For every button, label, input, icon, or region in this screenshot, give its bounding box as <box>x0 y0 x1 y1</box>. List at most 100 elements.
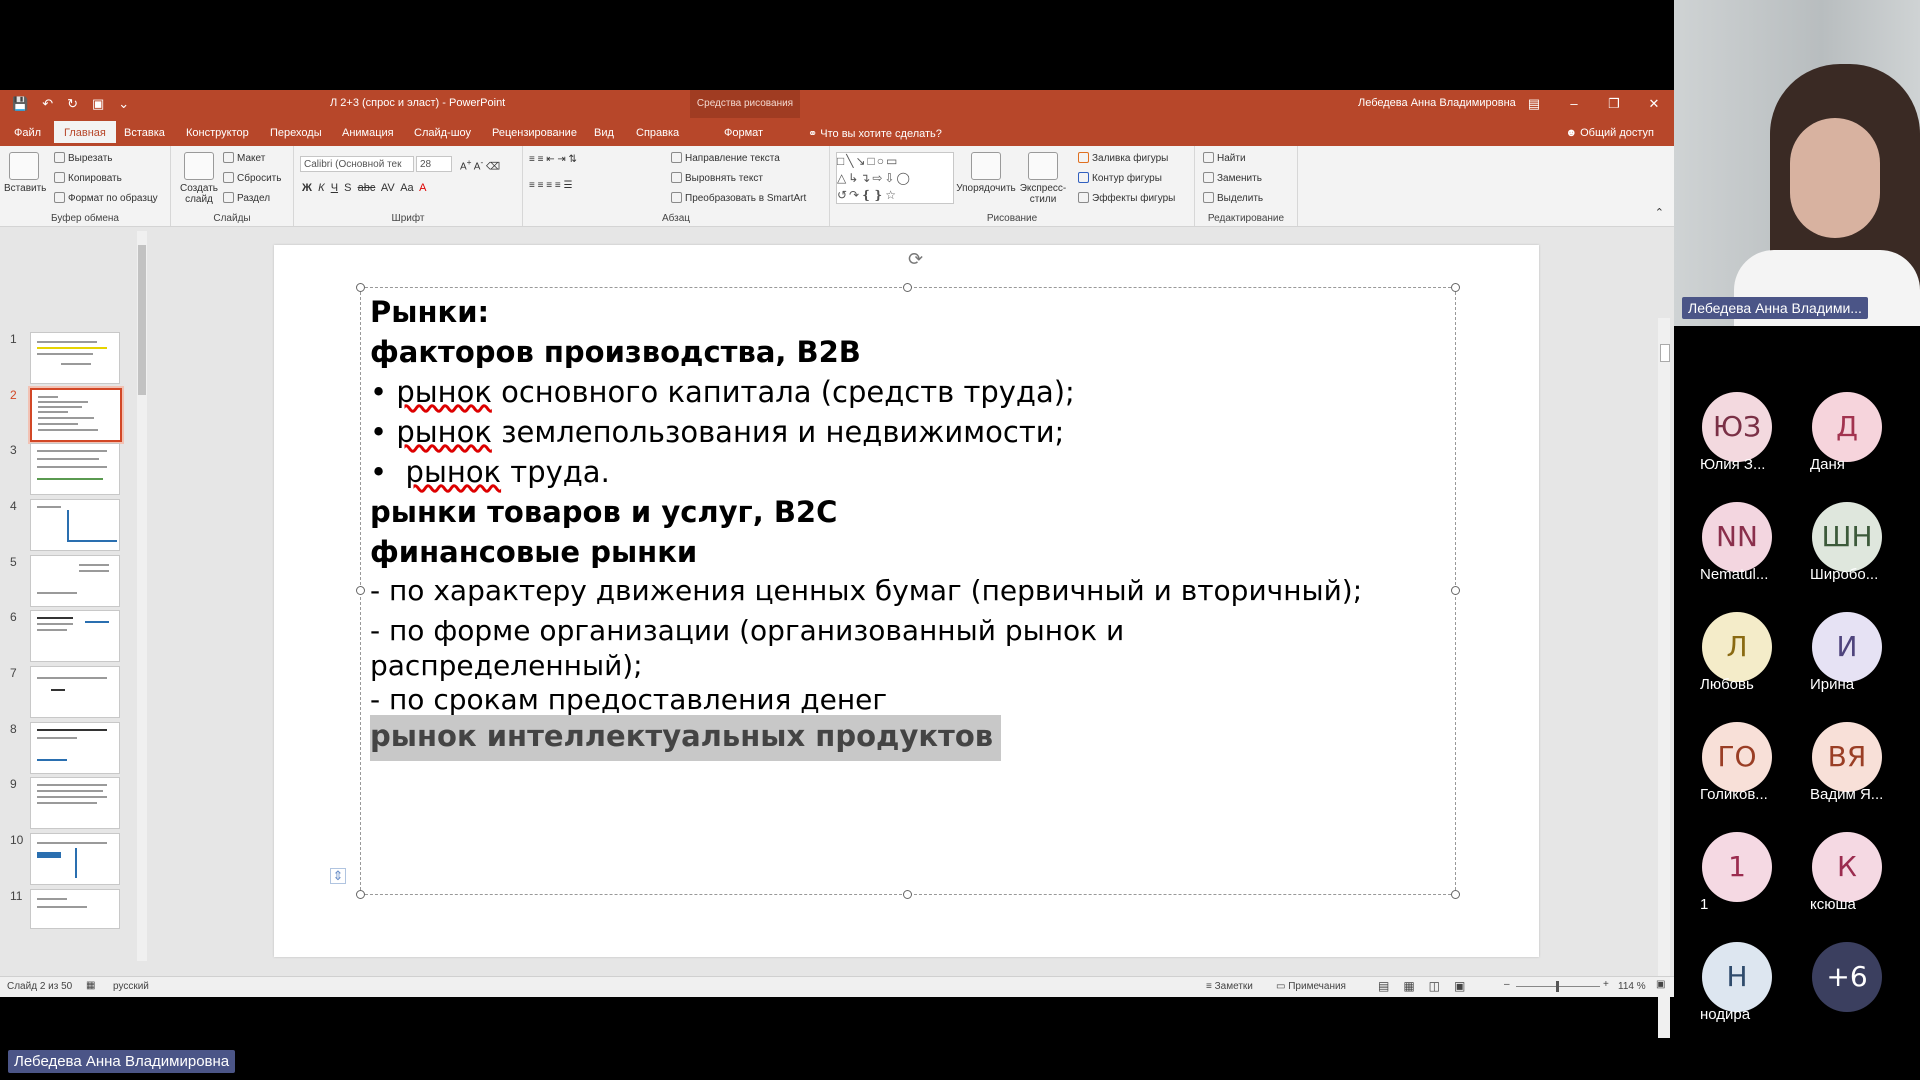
align-buttons[interactable]: ≡ ≡ ≡ ≡ ☰ <box>529 180 572 191</box>
paste-button[interactable]: Вставить <box>4 152 46 194</box>
powerpoint-window: 💾 ↶ ↻ ▣ ⌄ Л 2+3 (спрос и эласт) - PowerP… <box>0 90 1674 1038</box>
group-slides: Создать слайд Макет Сбросить Раздел Слай… <box>171 146 294 226</box>
scrollbar-thumb[interactable] <box>1660 344 1670 362</box>
slide-thumbnail[interactable] <box>30 777 120 829</box>
participant-avatar[interactable]: ГО <box>1702 722 1772 792</box>
zoom-slider-thumb[interactable] <box>1556 981 1559 992</box>
tab-view[interactable]: Вид <box>588 124 620 142</box>
slide-thumbnail[interactable] <box>30 722 120 774</box>
notes-button[interactable]: ≡ Заметки <box>1206 981 1253 992</box>
slide-thumbnail[interactable] <box>30 610 120 662</box>
shape-fill-button[interactable]: Заливка фигуры <box>1078 152 1168 164</box>
scrollbar-thumb[interactable] <box>138 245 146 395</box>
resize-handle[interactable] <box>1451 586 1460 595</box>
resize-handle[interactable] <box>356 890 365 899</box>
tab-file[interactable]: Файл <box>8 124 47 142</box>
slide-thumbnail[interactable] <box>30 889 120 929</box>
save-icon[interactable]: 💾 <box>12 96 28 112</box>
list-buttons[interactable]: ≡ ≡ ⇤ ⇥ ⇅ <box>529 154 577 165</box>
select-button[interactable]: Выделить <box>1203 192 1263 204</box>
participant-avatar[interactable]: +6 <box>1812 942 1882 1012</box>
slide-thumbnail[interactable] <box>30 833 120 885</box>
customize-qat-icon[interactable]: ⌄ <box>118 96 129 112</box>
view-buttons[interactable]: ▤▦◫▣ <box>1378 979 1479 993</box>
participant-avatar[interactable]: 1 <box>1702 832 1772 902</box>
font-style-buttons[interactable]: Ж К Ч S abc AV Aa A <box>302 182 427 194</box>
slide-thumbnail-selected[interactable] <box>30 388 122 442</box>
restore-button[interactable]: ❐ <box>1594 90 1634 118</box>
tab-transitions[interactable]: Переходы <box>264 124 328 142</box>
slide-thumbnail[interactable] <box>30 666 120 718</box>
layout-button[interactable]: Макет <box>223 152 265 164</box>
shapes-gallery[interactable]: □╲↘□○▭ △↳↴⇨⇩◯ ↺↷❴❵☆ <box>836 152 954 204</box>
participant-avatar[interactable]: Л <box>1702 612 1772 682</box>
slide-thumbnail[interactable] <box>30 499 120 551</box>
participant-avatar[interactable]: ШН <box>1812 502 1882 572</box>
resize-handle[interactable] <box>1451 283 1460 292</box>
copy-button[interactable]: Копировать <box>54 172 122 184</box>
participant-avatar[interactable]: NN <box>1702 502 1772 572</box>
resize-handle[interactable] <box>1451 890 1460 899</box>
autofit-options-icon[interactable]: ⇕ <box>330 868 346 884</box>
convert-smartart-button[interactable]: Преобразовать в SmartArt <box>671 192 806 204</box>
collapse-ribbon-icon[interactable]: ⌃ <box>1655 206 1664 219</box>
tab-insert[interactable]: Вставка <box>118 124 171 142</box>
fit-slide-icon[interactable]: ▣ <box>1656 979 1665 990</box>
tab-help[interactable]: Справка <box>630 124 685 142</box>
spellcheck-icon[interactable]: ▦ <box>86 980 95 991</box>
slide-scrollbar[interactable] <box>1658 318 1670 1038</box>
tab-design[interactable]: Конструктор <box>180 124 255 142</box>
format-painter-button[interactable]: Формат по образцу <box>54 192 158 204</box>
cut-button[interactable]: Вырезать <box>54 152 112 164</box>
zoom-level[interactable]: 114 % <box>1618 981 1646 992</box>
account-name[interactable]: Лебедева Анна Владимировна <box>1358 97 1516 109</box>
resize-handle[interactable] <box>903 890 912 899</box>
resize-handle[interactable] <box>903 283 912 292</box>
tab-home[interactable]: Главная <box>54 121 116 143</box>
minimize-button[interactable]: – <box>1554 90 1594 118</box>
share-button[interactable]: ☻ Общий доступ <box>1565 127 1654 139</box>
replace-button[interactable]: Заменить <box>1203 172 1262 184</box>
participant-avatar[interactable]: Д <box>1812 392 1882 462</box>
tab-format[interactable]: Формат <box>718 124 769 142</box>
font-size-select[interactable]: 28 <box>416 156 452 172</box>
text-selection[interactable]: рынок интеллектуальных продуктов <box>370 715 1002 761</box>
rotate-handle-icon[interactable]: ⟳ <box>908 249 923 270</box>
font-name-select[interactable]: Calibri (Основной тек <box>300 156 414 172</box>
font-size-buttons[interactable]: A+ A- ⌫ <box>460 157 500 172</box>
slide-thumbnail[interactable] <box>30 332 120 384</box>
tab-slideshow[interactable]: Слайд-шоу <box>408 124 477 142</box>
close-button[interactable]: ✕ <box>1634 90 1674 118</box>
arrange-button[interactable]: Упорядочить <box>956 152 1016 194</box>
shape-effects-button[interactable]: Эффекты фигуры <box>1078 192 1175 204</box>
shape-outline-button[interactable]: Контур фигуры <box>1078 172 1162 184</box>
participant-avatar[interactable]: Н <box>1702 942 1772 1012</box>
text-direction-button[interactable]: Направление текста <box>671 152 780 164</box>
comments-button[interactable]: ▭ Примечания <box>1276 981 1346 992</box>
tab-review[interactable]: Рецензирование <box>486 124 583 142</box>
resize-handle[interactable] <box>356 586 365 595</box>
slide-thumbnail[interactable] <box>30 443 120 495</box>
participant-avatar[interactable]: ВЯ <box>1812 722 1882 792</box>
tab-animations[interactable]: Анимация <box>336 124 400 142</box>
tell-me-search[interactable]: ⚭ Что вы хотите сделать? <box>808 127 942 140</box>
align-text-button[interactable]: Выровнять текст <box>671 172 763 184</box>
resize-handle[interactable] <box>356 283 365 292</box>
redo-icon[interactable]: ↻ <box>67 96 78 112</box>
reset-button[interactable]: Сбросить <box>223 172 281 184</box>
zoom-out-button[interactable]: – <box>1504 979 1510 990</box>
participant-avatar[interactable]: ЮЗ <box>1702 392 1772 462</box>
quick-styles-button[interactable]: Экспресс-стили <box>1018 152 1068 205</box>
participant-avatar[interactable]: И <box>1812 612 1882 682</box>
present-icon[interactable]: ▣ <box>92 96 104 112</box>
thumbnail-scrollbar[interactable] <box>137 231 147 961</box>
zoom-in-button[interactable]: + <box>1603 979 1609 990</box>
undo-icon[interactable]: ↶ <box>42 96 53 112</box>
slide-thumbnail[interactable] <box>30 555 120 607</box>
language-indicator[interactable]: русский <box>113 981 149 992</box>
participant-avatar[interactable]: К <box>1812 832 1882 902</box>
ribbon-display-icon[interactable]: ▤ <box>1514 90 1554 118</box>
find-button[interactable]: Найти <box>1203 152 1246 164</box>
section-button[interactable]: Раздел <box>223 192 270 204</box>
new-slide-button[interactable]: Создать слайд <box>177 152 221 205</box>
